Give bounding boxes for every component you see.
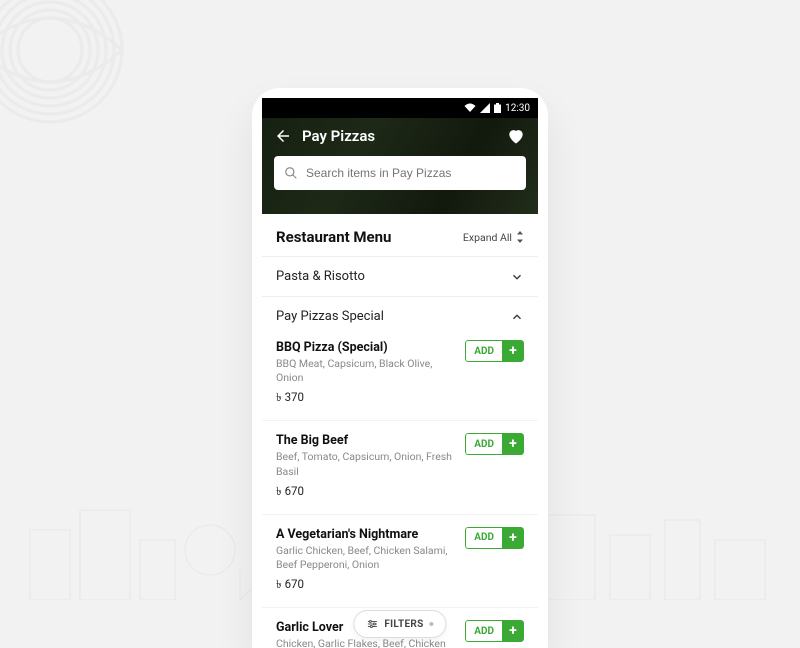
add-button[interactable]: ADD + xyxy=(465,620,524,642)
phone-screen: 12:30 Pay Pizzas Restaurant Menu Expand … xyxy=(262,98,538,648)
restaurant-title: Pay Pizzas xyxy=(302,127,496,145)
menu-item: BBQ Pizza (Special) BBQ Meat, Capsicum, … xyxy=(262,328,538,421)
category-pasta-risotto[interactable]: Pasta & Risotto xyxy=(262,256,538,297)
search-input[interactable] xyxy=(306,166,516,180)
menu-item: A Vegetarian's Nightmare Garlic Chicken,… xyxy=(262,515,538,608)
plus-icon: + xyxy=(502,527,524,549)
back-icon[interactable] xyxy=(274,127,292,145)
phone-frame: 12:30 Pay Pizzas Restaurant Menu Expand … xyxy=(252,88,548,648)
filters-button[interactable]: FILTERS xyxy=(353,610,446,638)
item-description: Garlic Chicken, Beef, Chicken Salami, Be… xyxy=(276,544,457,572)
item-price: ৳ 370 xyxy=(276,389,457,408)
item-name: A Vegetarian's Nightmare xyxy=(276,527,457,542)
filter-indicator-dot xyxy=(430,622,434,626)
category-name: Pasta & Risotto xyxy=(276,269,510,284)
add-label: ADD xyxy=(465,433,502,455)
expand-all-label: Expand All xyxy=(463,231,512,244)
plus-icon: + xyxy=(502,620,524,642)
status-time: 12:30 xyxy=(505,103,530,114)
item-price: ৳ 670 xyxy=(276,483,457,502)
battery-icon xyxy=(494,103,501,113)
search-icon xyxy=(284,166,298,180)
add-button[interactable]: ADD + xyxy=(465,527,524,549)
item-description: Beef, Tomato, Capsicum, Onion, Fresh Bas… xyxy=(276,450,457,478)
filter-icon xyxy=(366,618,378,630)
category-name: Pay Pizzas Special xyxy=(276,309,510,324)
item-description: Chicken, Garlic Flakes, Beef, Chicken Sa… xyxy=(276,637,457,648)
add-button[interactable]: ADD + xyxy=(465,433,524,455)
expand-all-button[interactable]: Expand All xyxy=(463,231,524,244)
filters-label: FILTERS xyxy=(384,619,423,630)
item-name: BBQ Pizza (Special) xyxy=(276,340,457,355)
item-price: ৳ 670 xyxy=(276,576,457,595)
add-label: ADD xyxy=(465,620,502,642)
add-label: ADD xyxy=(465,527,502,549)
noodle-decoration xyxy=(0,0,130,130)
plus-icon: + xyxy=(502,340,524,362)
search-box[interactable] xyxy=(274,156,526,190)
chevron-up-icon xyxy=(510,310,524,324)
plus-icon: + xyxy=(502,433,524,455)
category-pay-pizzas-special[interactable]: Pay Pizzas Special xyxy=(262,297,538,328)
item-description: BBQ Meat, Capsicum, Black Olive, Onion xyxy=(276,357,457,385)
expand-collapse-icon xyxy=(516,231,524,243)
menu-item: The Big Beef Beef, Tomato, Capsicum, Oni… xyxy=(262,421,538,514)
add-button[interactable]: ADD + xyxy=(465,340,524,362)
chevron-down-icon xyxy=(510,270,524,284)
favorite-icon[interactable] xyxy=(506,126,526,146)
add-label: ADD xyxy=(465,340,502,362)
item-name: The Big Beef xyxy=(276,433,457,448)
restaurant-header: Pay Pizzas xyxy=(262,118,538,214)
menu-title: Restaurant Menu xyxy=(276,228,463,246)
signal-icon xyxy=(480,103,490,113)
status-bar: 12:30 xyxy=(262,98,538,118)
menu-section-header: Restaurant Menu Expand All xyxy=(262,214,538,256)
wifi-icon xyxy=(464,103,476,113)
